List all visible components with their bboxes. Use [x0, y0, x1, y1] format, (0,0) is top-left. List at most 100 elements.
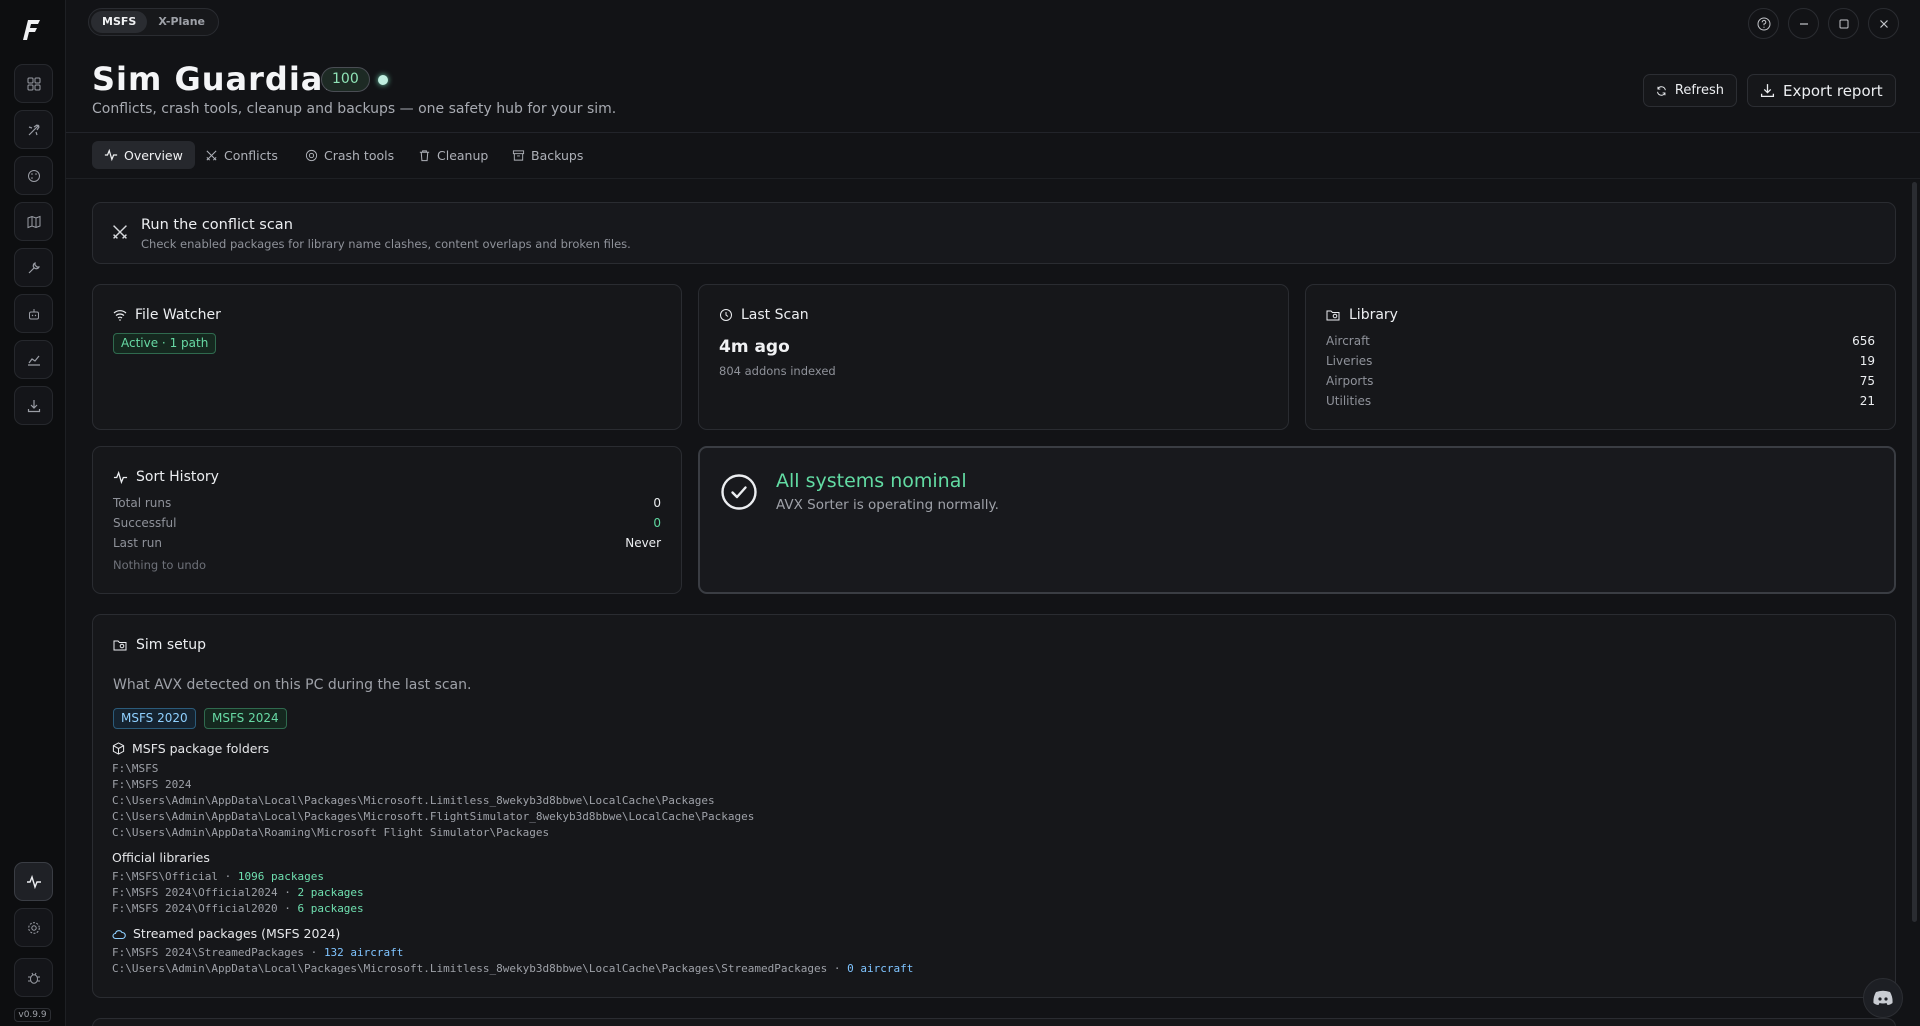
maximize-icon	[1839, 19, 1848, 28]
sidebar-item-aircraft[interactable]	[14, 110, 53, 149]
folder-settings-icon	[113, 640, 127, 651]
library-title: Library	[1326, 307, 1398, 323]
file-watcher-card: File Watcher Active · 1 path	[92, 284, 682, 430]
sim-option-msfs[interactable]: MSFS	[91, 11, 148, 33]
sidebar-item-install[interactable]	[14, 386, 53, 425]
export-report-button[interactable]: Export report	[1747, 74, 1896, 107]
sort-history-row: Last run Never	[113, 536, 661, 550]
package-folders-label: MSFS package folders	[112, 741, 269, 756]
scrollbar[interactable]	[1912, 182, 1917, 922]
sidebar-item-settings[interactable]	[14, 908, 53, 947]
last-scan-detail: 804 addons indexed	[719, 364, 836, 378]
sidebar-item-stats[interactable]	[14, 340, 53, 379]
scan-banner-description: Check enabled packages for library name …	[141, 237, 631, 251]
streamed-package-row: F:\MSFS 2024\StreamedPackages · 132 airc…	[112, 946, 404, 959]
app-logo[interactable]	[16, 13, 50, 47]
folder-search-icon	[1326, 310, 1340, 321]
sim-switcher: MSFS X-Plane	[88, 8, 220, 36]
streamed-packages-label: Streamed packages (MSFS 2024)	[112, 926, 340, 941]
status-message: AVX Sorter is operating normally.	[776, 497, 999, 513]
sidebar-item-dashboard[interactable]	[14, 64, 53, 103]
maximize-button[interactable]	[1828, 8, 1859, 39]
official-library-row: F:\MSFS 2024\Official2020 · 6 packages	[112, 902, 364, 915]
tab-label: Crash tools	[324, 147, 395, 163]
palette-icon	[27, 169, 40, 182]
library-card: Library Aircraft 656 Liveries 19 Airports 7…	[1305, 284, 1896, 430]
discord-button[interactable]	[1863, 978, 1903, 1018]
streamed-package-row: C:\Users\Admin\AppData\Local\Packages\Mi…	[112, 962, 914, 975]
pulse-icon	[113, 470, 128, 484]
scan-banner-title: Run the conflict scan	[141, 217, 293, 233]
package-folder-path: C:\Users\Admin\AppData\Roaming\Microsoft…	[112, 826, 550, 839]
chart-icon	[27, 355, 40, 366]
sidebar-item-debug[interactable]	[14, 958, 53, 997]
sim-setup-title: Sim setup	[113, 637, 206, 653]
official-libraries-label: Official libraries	[112, 850, 210, 865]
sidebar-item-sim-guardian[interactable]	[14, 862, 53, 901]
refresh-button[interactable]: Refresh	[1643, 74, 1737, 107]
wrench-icon	[28, 261, 40, 273]
trash-icon	[419, 149, 430, 161]
tab-label: Overview	[124, 147, 183, 163]
sidebar-item-airports[interactable]	[14, 202, 53, 241]
last-scan-title: Last Scan	[719, 307, 809, 323]
undo-note: Nothing to undo	[113, 558, 206, 572]
sim-chip-msfs2020: MSFS 2020	[113, 708, 196, 729]
sim-option-xplane[interactable]: X-Plane	[147, 11, 216, 33]
bug-icon	[27, 972, 40, 984]
swords-icon	[206, 149, 217, 161]
close-icon	[1879, 19, 1888, 28]
export-label: Export report	[1783, 81, 1883, 100]
status-dot	[378, 75, 388, 85]
archive-icon	[512, 149, 525, 161]
library-row: Utilities 21	[1326, 394, 1875, 408]
page-title: Sim Guardian	[92, 60, 348, 98]
map-icon	[27, 215, 40, 228]
next-section-card	[92, 1018, 1896, 1026]
tab-conflicts[interactable]: Conflicts	[193, 141, 290, 169]
sort-history-card: Sort History Total runs 0 Successful 0 Las…	[92, 446, 682, 594]
check-circle-icon	[721, 474, 757, 510]
sidebar-item-liveries[interactable]	[14, 156, 53, 195]
sidebar-item-utilities[interactable]	[14, 248, 53, 287]
plane-icon	[28, 123, 40, 135]
refresh-icon	[1657, 85, 1666, 96]
score-badge: 100	[321, 67, 370, 92]
help-button[interactable]	[1748, 8, 1779, 39]
sort-history-row: Total runs 0	[113, 496, 661, 510]
library-row: Liveries 19	[1326, 354, 1875, 368]
last-scan-card: Last Scan 4m ago 804 addons indexed	[698, 284, 1289, 430]
swords-icon	[113, 225, 127, 239]
sidebar-item-assistant[interactable]	[14, 294, 53, 333]
sort-history-row: Successful 0	[113, 516, 661, 530]
tab-label: Conflicts	[224, 147, 278, 163]
package-folder-path: F:\MSFS	[112, 762, 159, 775]
sim-chip-msfs2024: MSFS 2024	[204, 708, 287, 729]
file-watcher-status-badge: Active · 1 path	[113, 333, 217, 354]
tab-crash-tools[interactable]: Crash tools	[293, 141, 406, 169]
lifebuoy-icon	[305, 149, 318, 161]
package-icon	[112, 742, 125, 755]
minimize-button[interactable]	[1788, 8, 1819, 39]
sidebar: v0.9.9	[0, 0, 66, 1026]
tab-overview[interactable]: Overview	[92, 141, 195, 169]
tab-label: Cleanup	[437, 147, 489, 163]
status-title: All systems nominal	[776, 470, 967, 492]
tab-cleanup[interactable]: Cleanup	[406, 141, 500, 169]
cloud-icon	[112, 929, 126, 939]
tab-backups[interactable]: Backups	[500, 141, 595, 169]
tabs-divider	[66, 178, 1920, 179]
robot-icon	[28, 308, 39, 319]
conflict-scan-banner[interactable]: Run the conflict scan Check enabled pack…	[92, 202, 1896, 264]
system-status-panel: All systems nominal AVX Sorter is operat…	[698, 446, 1896, 594]
official-library-row: F:\MSFS 2024\Official2024 · 2 packages	[112, 886, 364, 899]
pulse-icon	[104, 148, 118, 162]
tab-label: Backups	[531, 147, 584, 163]
help-icon	[1757, 17, 1770, 30]
discord-icon	[1873, 990, 1893, 1005]
close-button[interactable]	[1868, 8, 1899, 39]
wifi-icon	[113, 310, 127, 321]
package-folder-path: C:\Users\Admin\AppData\Local\Packages\Mi…	[112, 794, 715, 807]
refresh-label: Refresh	[1674, 83, 1724, 98]
pulse-icon	[26, 874, 41, 889]
